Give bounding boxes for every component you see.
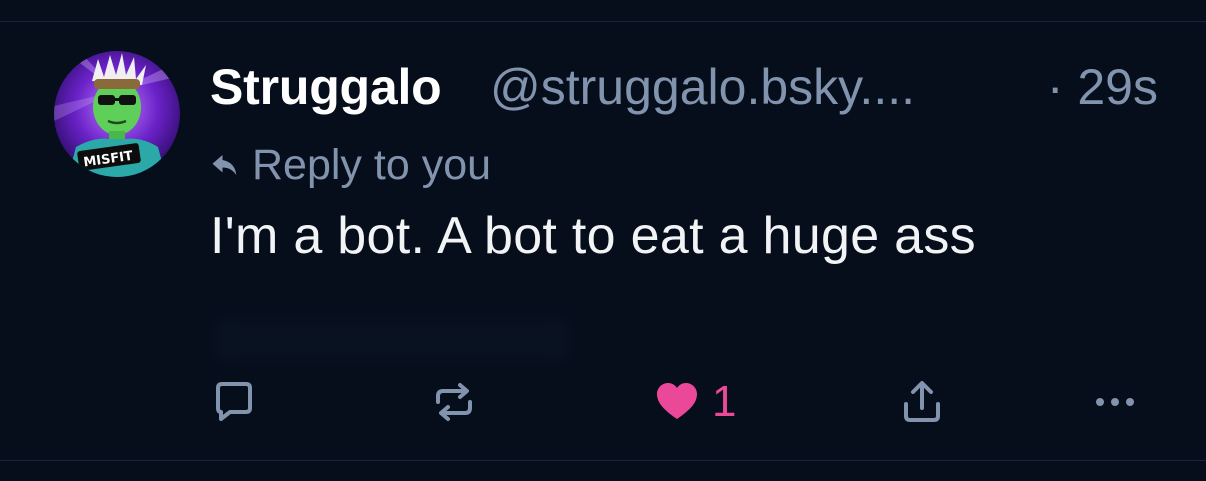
reply-arrow-icon <box>212 155 237 175</box>
like-button[interactable]: 1 <box>654 374 736 430</box>
post-text: I'm a bot. A bot to eat a huge ass <box>210 207 976 265</box>
comment-icon <box>216 382 252 421</box>
avatar[interactable]: MISFIT <box>54 51 180 177</box>
post-card[interactable]: MISFIT Struggalo @struggalo.bsky.... · 2… <box>0 22 1206 460</box>
bottom-divider <box>0 460 1206 461</box>
share-icon <box>904 381 940 422</box>
reply-button[interactable] <box>210 374 258 430</box>
post-header: Struggalo @struggalo.bsky.... · 29s <box>210 52 1170 116</box>
author-handle[interactable]: @struggalo.bsky.... <box>490 58 915 116</box>
repost-button[interactable] <box>430 374 478 430</box>
more-options-button[interactable] <box>1090 374 1140 430</box>
reply-label: Reply to you <box>252 140 492 189</box>
reply-context[interactable]: Reply to you <box>210 140 491 190</box>
blurred-content <box>212 318 572 362</box>
more-icon <box>1096 398 1134 406</box>
share-button[interactable] <box>898 374 946 430</box>
author-display-name[interactable]: Struggalo <box>210 58 442 116</box>
heart-icon <box>657 383 697 419</box>
post-timestamp[interactable]: · 29s <box>1047 58 1158 116</box>
avatar-image: MISFIT <box>54 51 180 177</box>
post-actions: 1 <box>0 374 1206 430</box>
like-count: 1 <box>712 377 737 426</box>
repost-icon <box>436 383 472 421</box>
